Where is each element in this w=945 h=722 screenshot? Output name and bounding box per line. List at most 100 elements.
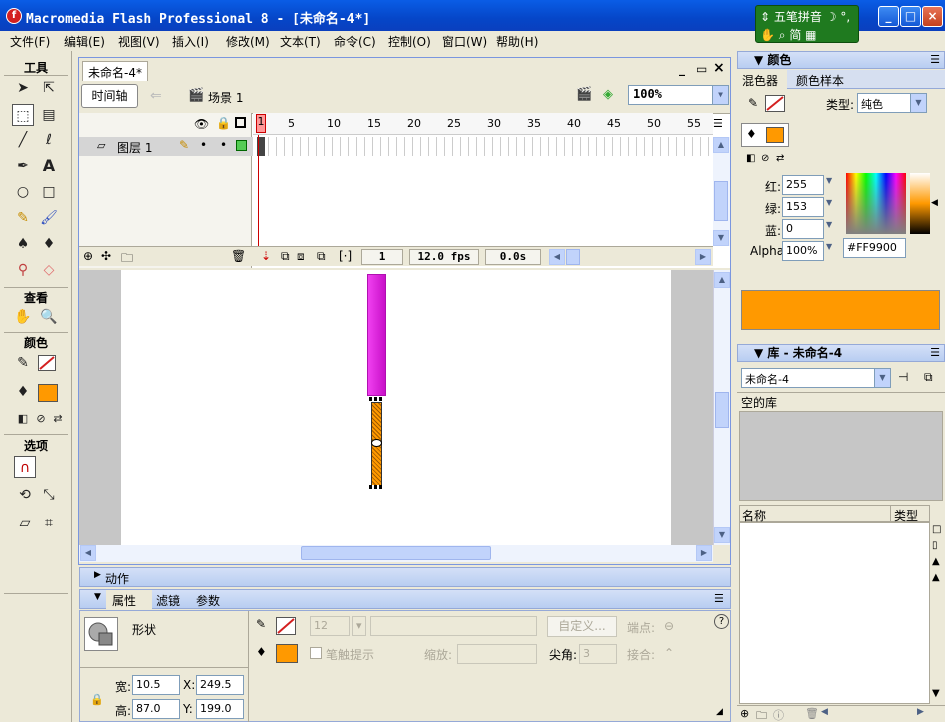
eyedropper-icon[interactable]: ⚲ — [12, 259, 34, 281]
scroll-up-icon[interactable]: ▲ — [714, 272, 730, 288]
new-folder-icon[interactable]: 🗀 — [756, 707, 767, 722]
scroll-right-icon[interactable]: ▶ — [695, 249, 711, 265]
zoom-select[interactable]: 100% ▼ — [628, 85, 729, 105]
rotate-skew-icon[interactable]: ⟲ — [14, 484, 36, 506]
scroll-down-icon[interactable]: ▼ — [713, 230, 729, 246]
scroll-thumb[interactable] — [714, 181, 728, 221]
onion-skin-icon[interactable]: ⧉ — [281, 249, 290, 264]
library-list[interactable] — [739, 522, 930, 704]
miter-field[interactable]: 3 — [579, 644, 617, 664]
fill-mode-button[interactable]: ♦ — [741, 123, 789, 147]
menu-control[interactable]: 控制(O) — [388, 33, 431, 50]
frame-scroll-thumb[interactable] — [566, 249, 580, 265]
menu-window[interactable]: 窗口(W) — [442, 33, 487, 50]
layer-outline-color-icon[interactable] — [236, 140, 247, 151]
document-tab[interactable]: 未命名-4* — [82, 61, 148, 81]
swap-colors-icon[interactable]: ⇄ — [47, 408, 69, 430]
close-button[interactable]: × — [922, 6, 943, 27]
text-tool-icon[interactable]: A — [38, 155, 60, 177]
maximize-button[interactable]: □ — [900, 6, 921, 27]
scroll-left-icon[interactable]: ◀ — [549, 249, 565, 265]
oval-tool-icon[interactable]: ○ — [12, 181, 34, 203]
expand-arrow-icon[interactable]: ▶ — [94, 570, 101, 580]
lock-icon[interactable]: 🔒 — [216, 116, 231, 130]
actions-panel-title[interactable]: 动作 — [105, 570, 129, 587]
eraser-icon[interactable]: ◇ — [38, 259, 60, 281]
delete-icon[interactable]: 🗑 — [805, 707, 819, 720]
chevron-down-icon[interactable]: ▼ — [910, 94, 926, 112]
fill-color-swatch[interactable] — [276, 644, 298, 663]
add-layer-icon[interactable]: ⊕ — [83, 249, 93, 263]
ime-toolbar[interactable]: ⇕ 五笔拼音 ☽ °, ✋ ⌕ 简 ▦ — [755, 5, 859, 43]
fill-color-swatch[interactable] — [38, 384, 58, 402]
menu-help[interactable]: 帮助(H) — [496, 33, 538, 50]
properties-icon[interactable]: ⓘ — [773, 707, 784, 722]
chevron-down-icon[interactable]: ▾ — [352, 616, 366, 636]
layer-row[interactable]: ▱ 图层 1 ✎ • • — [79, 137, 713, 156]
pin-library-icon[interactable]: ⊣ — [898, 370, 908, 384]
panel-menu-icon[interactable]: ☰ — [930, 52, 940, 68]
endpoint-cap-icon[interactable]: ⊖ — [664, 619, 674, 633]
new-symbol-icon[interactable]: ⊕ — [740, 707, 749, 720]
ink-bottle-icon[interactable]: ♠ — [12, 233, 34, 255]
fps-field[interactable]: 12.0 fps — [409, 249, 479, 265]
brightness-slider[interactable] — [910, 173, 930, 234]
paint-bucket-icon[interactable]: ♦ — [38, 233, 60, 255]
menu-edit[interactable]: 编辑(E) — [64, 33, 105, 50]
custom-stroke-button[interactable]: 自定义... — [547, 616, 617, 637]
menu-view[interactable]: 视图(V) — [118, 33, 160, 50]
magnet-snap-icon[interactable]: ∩ — [14, 456, 36, 478]
resize-grip-icon[interactable]: ◢ — [716, 707, 723, 717]
rectangle-tool-icon[interactable]: □ — [38, 181, 60, 203]
delete-layer-icon[interactable]: 🗑 — [231, 249, 246, 263]
frame-ruler[interactable]: 1 5 10 15 20 25 30 35 40 45 50 55 — [253, 113, 713, 135]
fill-transform-icon[interactable]: ▤ — [38, 104, 60, 126]
menu-commands[interactable]: 命令(C) — [334, 33, 376, 50]
menu-text[interactable]: 文本(T) — [280, 33, 321, 50]
collapse-arrow-icon[interactable]: ▼ — [754, 53, 763, 67]
edit-scene-icon[interactable]: 🎬 — [576, 87, 592, 102]
actions-panel-header[interactable]: ▶ 动作 — [79, 567, 731, 587]
zoom-tool-icon[interactable]: 🔍 — [38, 306, 60, 328]
scroll-up-icon[interactable]: ▲ — [932, 572, 940, 583]
ime-simplified-label[interactable]: 简 — [789, 28, 801, 42]
collapse-arrow-icon[interactable]: ▼ — [94, 592, 101, 602]
library-document-select[interactable]: 未命名-4 ▼ — [741, 368, 891, 388]
scroll-up-icon[interactable]: ▲ — [713, 137, 729, 153]
ime-toggle-icon[interactable]: ⇕ — [760, 10, 770, 24]
doc-restore-button[interactable]: ▭ — [696, 62, 707, 76]
y-field[interactable]: 199.0 — [196, 699, 244, 719]
stroke-size-field[interactable]: 12 — [310, 616, 350, 636]
eye-icon[interactable]: 👁 — [194, 117, 209, 131]
stroke-style-select[interactable] — [370, 616, 537, 636]
scroll-down-icon[interactable]: ▼ — [932, 688, 940, 699]
frame-cells[interactable] — [253, 137, 713, 156]
stage-hscroll[interactable]: ◀ ▶ — [79, 545, 713, 562]
pencil-icon[interactable]: ✎ — [12, 207, 34, 229]
line-tool-icon[interactable]: ╱ — [12, 129, 34, 151]
panel-menu-icon[interactable]: ☰ — [930, 345, 940, 361]
lasso-icon[interactable]: ℓ — [38, 129, 60, 151]
hinting-checkbox[interactable] — [310, 647, 322, 659]
doc-close-button[interactable]: × — [713, 60, 725, 76]
layer-name[interactable]: 图层 1 — [117, 139, 152, 156]
height-field[interactable]: 87.0 — [132, 699, 180, 719]
chevron-down-icon[interactable]: ▼ — [826, 198, 832, 207]
transform-handle-bottom[interactable] — [369, 485, 384, 489]
moon-icon[interactable]: ☽ — [826, 10, 837, 24]
default-colors-icon[interactable]: ◧ — [746, 153, 755, 164]
punct-icon[interactable]: °, — [840, 10, 850, 24]
pen-tool-icon[interactable]: ✒ — [12, 155, 34, 177]
sort-icon[interactable]: ▲ — [932, 556, 940, 567]
hex-field[interactable]: #FF9900 — [843, 238, 906, 258]
chevron-down-icon[interactable]: ▼ — [826, 242, 832, 251]
chevron-down-icon[interactable]: ▼ — [874, 369, 890, 387]
scale-icon[interactable]: ⤡ — [38, 484, 60, 506]
transform-center-point[interactable] — [371, 439, 382, 447]
hand-tool-icon[interactable]: ✋ — [12, 306, 34, 328]
stage[interactable] — [121, 270, 671, 545]
brush-icon[interactable]: 🖌 — [38, 207, 60, 229]
brightness-pointer-icon[interactable]: ◀ — [931, 198, 938, 208]
transform-handle-top[interactable] — [369, 397, 384, 401]
scroll-right-icon[interactable]: ▶ — [917, 707, 924, 717]
